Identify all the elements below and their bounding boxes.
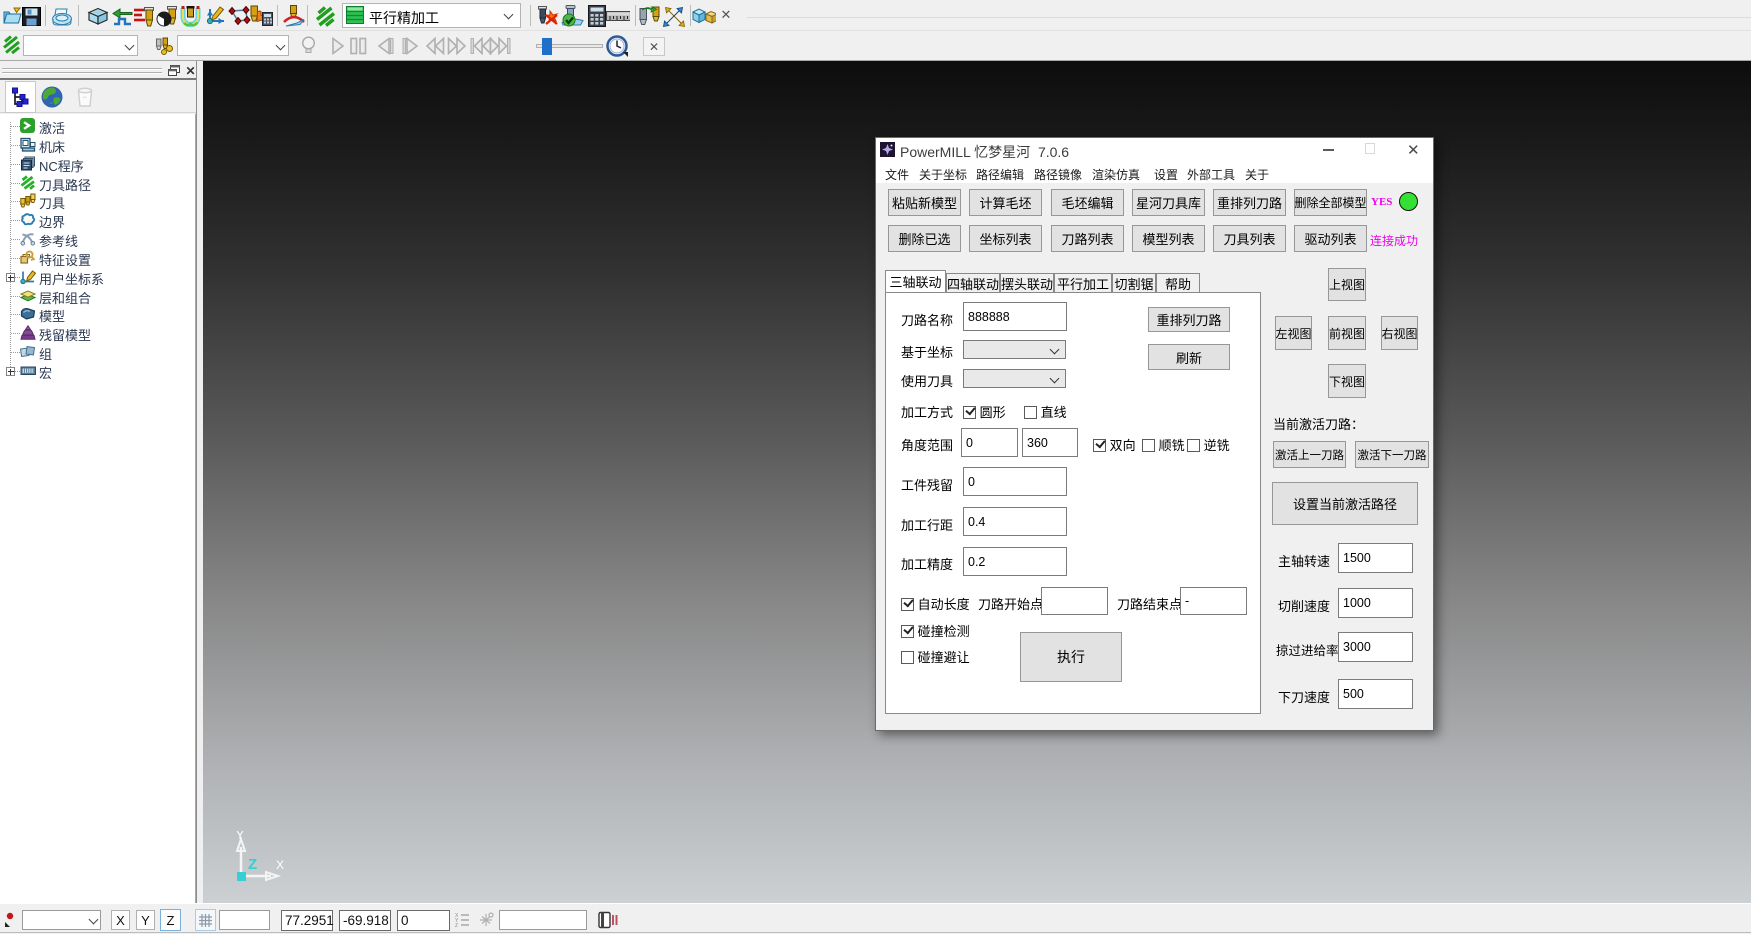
svg-text:X: X xyxy=(276,858,284,872)
svg-text:Y: Y xyxy=(236,831,244,842)
svg-text:Z: Z xyxy=(455,923,458,928)
svg-text:Z: Z xyxy=(248,856,257,873)
